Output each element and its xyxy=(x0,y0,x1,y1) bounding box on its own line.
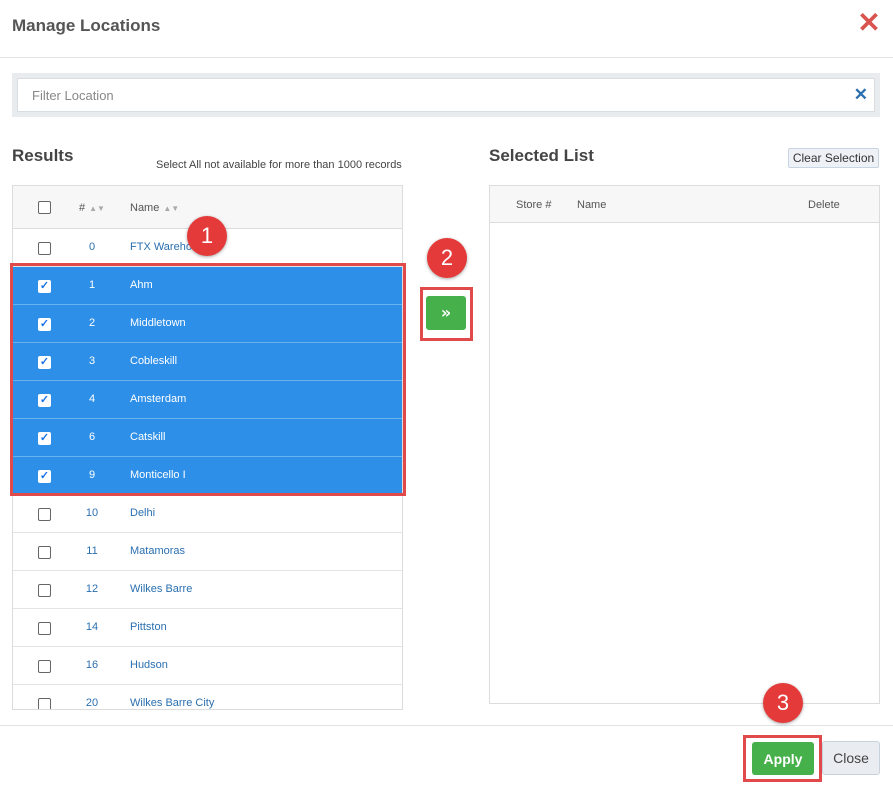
row-number: 14 xyxy=(85,621,99,633)
results-table: # ▲▼ Name ▲▼ 0 FTX Warehouse ✓ 1 Ahm ✓ 2 Middleto… xyxy=(12,185,403,710)
row-checkbox[interactable] xyxy=(38,584,51,597)
row-number: 16 xyxy=(85,659,99,671)
row-number: 3 xyxy=(88,355,96,367)
row-name-link[interactable]: Monticello I xyxy=(130,469,186,481)
row-name-link[interactable]: Ahm xyxy=(130,279,153,291)
row-checkbox[interactable] xyxy=(38,698,51,709)
row-number: 9 xyxy=(88,469,96,481)
column-header-name-label: Name xyxy=(130,202,160,214)
row-checkbox[interactable] xyxy=(38,242,51,255)
row-checkbox[interactable] xyxy=(38,622,51,635)
row-name-link[interactable]: Cobleskill xyxy=(130,355,177,367)
sort-icon: ▲▼ xyxy=(89,204,105,213)
row-number: 0 xyxy=(88,241,96,253)
results-table-body: 0 FTX Warehouse ✓ 1 Ahm ✓ 2 Middletown ✓ 3 Coblesk… xyxy=(13,229,402,709)
checkmark-icon: ✓ xyxy=(39,356,50,368)
close-button[interactable]: Close xyxy=(822,741,880,775)
row-checkbox[interactable]: ✓ xyxy=(38,356,51,369)
table-row[interactable]: 12 Wilkes Barre xyxy=(13,571,402,609)
checkmark-icon: ✓ xyxy=(39,432,50,444)
column-header-store: Store # xyxy=(516,199,552,211)
select-all-checkbox[interactable] xyxy=(38,201,51,214)
close-icon[interactable]: ✕ xyxy=(856,9,882,37)
column-header-num[interactable]: # ▲▼ xyxy=(69,202,115,214)
table-row[interactable]: ✓ 9 Monticello I xyxy=(13,457,402,495)
row-number: 12 xyxy=(85,583,99,595)
checkmark-icon: ✓ xyxy=(39,280,50,292)
row-checkbox[interactable]: ✓ xyxy=(38,280,51,293)
checkmark-icon: ✓ xyxy=(39,318,50,330)
selected-table: Store # Name Delete xyxy=(489,185,880,704)
row-checkbox[interactable] xyxy=(38,508,51,521)
column-header-num-label: # xyxy=(79,202,86,214)
row-name-link[interactable]: Wilkes Barre xyxy=(130,583,192,595)
row-name-link[interactable]: Delhi xyxy=(130,507,155,519)
footer-divider xyxy=(0,725,893,726)
callout-badge-1: 1 xyxy=(187,216,227,256)
table-row[interactable]: ✓ 4 Amsterdam xyxy=(13,381,402,419)
row-number: 6 xyxy=(88,431,96,443)
selected-list-heading: Selected List xyxy=(489,146,594,165)
row-number: 2 xyxy=(88,317,96,329)
row-checkbox[interactable]: ✓ xyxy=(38,432,51,445)
row-name-link[interactable]: Catskill xyxy=(130,431,165,443)
row-name-link[interactable]: Matamoras xyxy=(130,545,185,557)
table-row[interactable]: ✓ 2 Middletown xyxy=(13,305,402,343)
apply-button[interactable]: Apply xyxy=(752,742,814,775)
row-name-link[interactable]: Middletown xyxy=(130,317,186,329)
selected-table-header: Store # Name Delete xyxy=(490,186,879,223)
column-header-name: Name xyxy=(577,199,607,211)
callout-badge-2: 2 xyxy=(427,238,467,278)
row-number: 4 xyxy=(88,393,96,405)
filter-location-input[interactable] xyxy=(17,78,875,112)
table-row[interactable]: ✓ 3 Cobleskill xyxy=(13,343,402,381)
row-number: 10 xyxy=(85,507,99,519)
double-chevron-right-icon: » xyxy=(440,303,452,322)
select-all-note: Select All not available for more than 1… xyxy=(156,159,402,171)
filter-bar: ✕ xyxy=(12,73,880,117)
table-row[interactable]: 14 Pittston xyxy=(13,609,402,647)
row-checkbox[interactable]: ✓ xyxy=(38,470,51,483)
clear-icon[interactable]: ✕ xyxy=(854,85,868,105)
table-row[interactable]: ✓ 6 Catskill xyxy=(13,419,402,457)
callout-badge-3: 3 xyxy=(763,683,803,723)
move-to-selected-button[interactable]: » xyxy=(426,296,466,330)
sort-icon: ▲▼ xyxy=(163,204,180,213)
results-heading: Results xyxy=(12,146,74,165)
table-row[interactable]: ✓ 1 Ahm xyxy=(13,267,402,305)
column-header-name[interactable]: Name ▲▼ xyxy=(130,202,179,214)
row-name-link[interactable]: Pittston xyxy=(130,621,167,633)
row-number: 20 xyxy=(85,697,99,709)
row-checkbox[interactable]: ✓ xyxy=(38,318,51,331)
row-checkbox[interactable]: ✓ xyxy=(38,394,51,407)
checkmark-icon: ✓ xyxy=(39,394,50,406)
row-name-link[interactable]: Hudson xyxy=(130,659,168,671)
row-name-link[interactable]: Wilkes Barre City xyxy=(130,697,214,709)
table-row[interactable]: 11 Matamoras xyxy=(13,533,402,571)
clear-selection-button[interactable]: Clear Selection xyxy=(788,148,879,168)
column-header-delete: Delete xyxy=(808,199,840,211)
dialog-title: Manage Locations xyxy=(12,16,161,35)
checkmark-icon: ✓ xyxy=(39,470,50,482)
row-name-link[interactable]: Amsterdam xyxy=(130,393,186,405)
row-number: 1 xyxy=(88,279,96,291)
row-checkbox[interactable] xyxy=(38,546,51,559)
table-row[interactable]: 10 Delhi xyxy=(13,495,402,533)
row-checkbox[interactable] xyxy=(38,660,51,673)
table-row[interactable]: 20 Wilkes Barre City xyxy=(13,685,402,709)
table-row[interactable]: 16 Hudson xyxy=(13,647,402,685)
dialog-header: Manage Locations ✕ xyxy=(0,0,893,58)
row-number: 11 xyxy=(86,545,98,557)
